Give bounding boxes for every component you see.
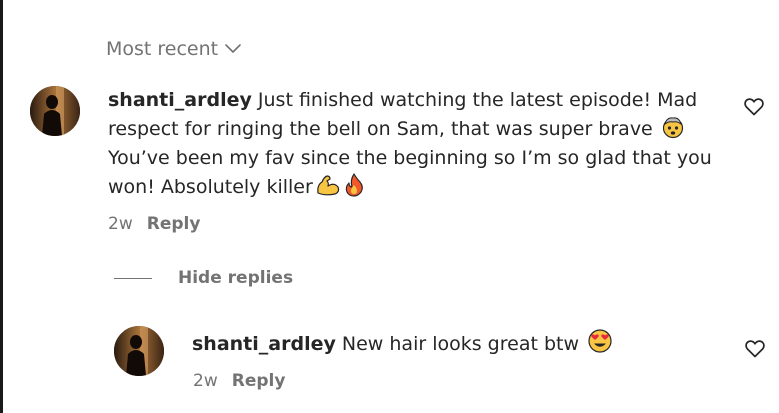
reply-reply-button[interactable]: Reply — [232, 371, 286, 391]
reply-button[interactable]: Reply — [147, 214, 201, 234]
comment-line-3: You’ve been my fav since the beginning s… — [108, 147, 712, 169]
comment-text: shanti_ardley Just finished watching the… — [108, 86, 738, 202]
fire-emoji — [343, 173, 365, 197]
reply-avatar[interactable] — [114, 326, 164, 376]
sort-label: Most recent — [106, 38, 219, 60]
reply-timestamp: 2w — [193, 371, 218, 391]
comment-username[interactable]: shanti_ardley — [108, 89, 252, 111]
reply-like-heart-icon[interactable] — [745, 340, 765, 358]
avatar[interactable] — [30, 86, 80, 136]
comment-line-1: shanti_ardley Just finished watching the… — [108, 86, 738, 115]
exploding-head-emoji — [661, 115, 685, 139]
reply-text: shanti_ardley New hair looks great btw — [192, 328, 712, 359]
chevron-down-icon — [224, 43, 242, 55]
comment-body-line-1: Just finished watching the latest episod… — [257, 89, 698, 111]
comment-meta: 2w Reply — [108, 214, 200, 234]
comment-body-line-4: won! Absolutely killer — [108, 176, 313, 198]
comment-body-line-2: respect for ringing the bell on Sam, tha… — [108, 118, 653, 140]
flexed-biceps-emoji — [315, 173, 341, 197]
comment-line-4: won! Absolutely killer — [108, 173, 738, 202]
reply-body: New hair looks great btw — [341, 333, 579, 355]
replies-divider-line — [114, 277, 152, 279]
window-edge — [0, 0, 3, 413]
heart-eyes-emoji — [587, 328, 613, 354]
hide-replies-label: Hide replies — [178, 268, 294, 288]
reply-meta: 2w Reply — [193, 371, 285, 391]
sort-dropdown[interactable]: Most recent — [106, 38, 242, 60]
hide-replies-button[interactable]: Hide replies — [114, 268, 293, 288]
reply-username[interactable]: shanti_ardley — [192, 333, 336, 355]
like-heart-icon[interactable] — [744, 98, 764, 116]
comment-timestamp: 2w — [108, 214, 133, 234]
comment-line-2: respect for ringing the bell on Sam, tha… — [108, 115, 738, 144]
comments-panel: Most recent shanti_ardley Just finished … — [0, 0, 779, 413]
